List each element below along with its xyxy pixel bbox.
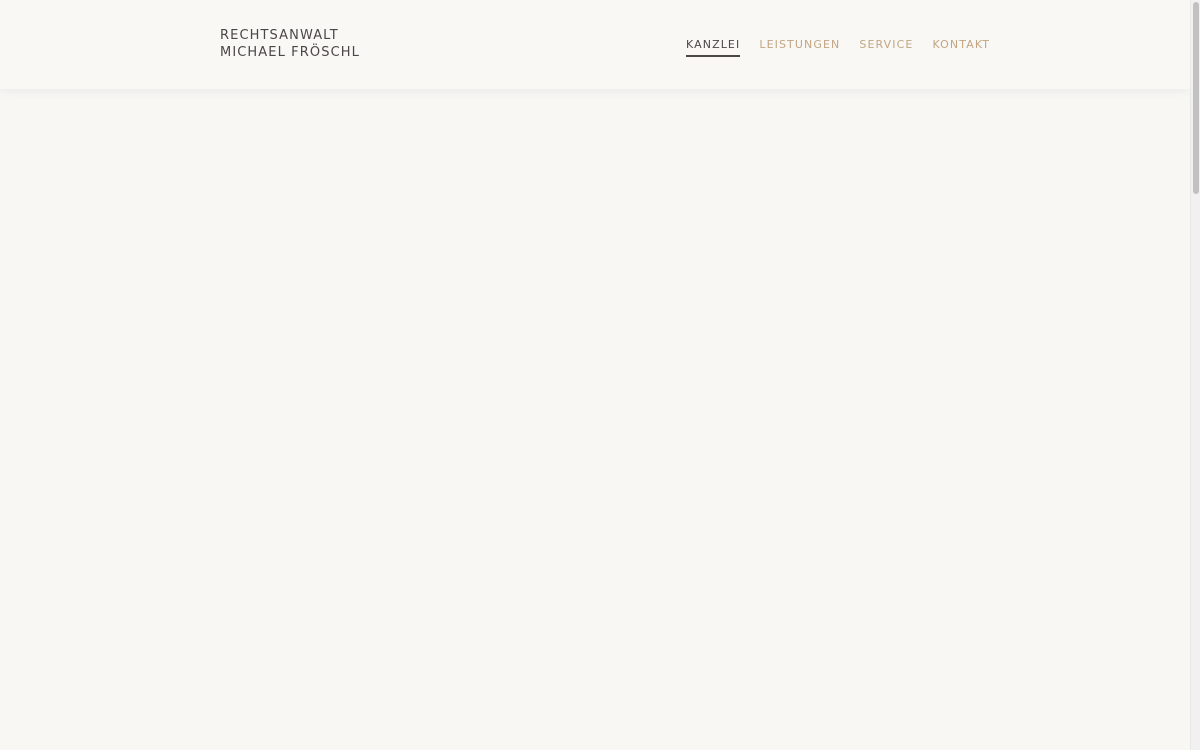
nav-item-leistungen[interactable]: LEISTUNGEN <box>759 38 840 57</box>
brand-logo-link[interactable]: RECHTSANWALT MICHAEL FRÖSCHL <box>220 27 360 61</box>
site-header: RECHTSANWALT MICHAEL FRÖSCHL KANZLEI LEI… <box>0 0 1190 89</box>
main-content-area <box>0 89 1190 750</box>
brand-line-1: RECHTSANWALT <box>220 28 339 43</box>
nav-item-service[interactable]: SERVICE <box>859 38 913 57</box>
nav-item-kanzlei[interactable]: KANZLEI <box>686 38 741 57</box>
page: RECHTSANWALT MICHAEL FRÖSCHL KANZLEI LEI… <box>0 0 1200 750</box>
nav-item-kontakt[interactable]: KONTAKT <box>932 38 990 57</box>
vertical-scrollbar[interactable] <box>1190 0 1200 750</box>
brand-line-2: MICHAEL FRÖSCHL <box>220 45 360 60</box>
main-navigation: KANZLEI LEISTUNGEN SERVICE KONTAKT <box>686 38 990 57</box>
scrollbar-thumb[interactable] <box>1193 2 1199 194</box>
